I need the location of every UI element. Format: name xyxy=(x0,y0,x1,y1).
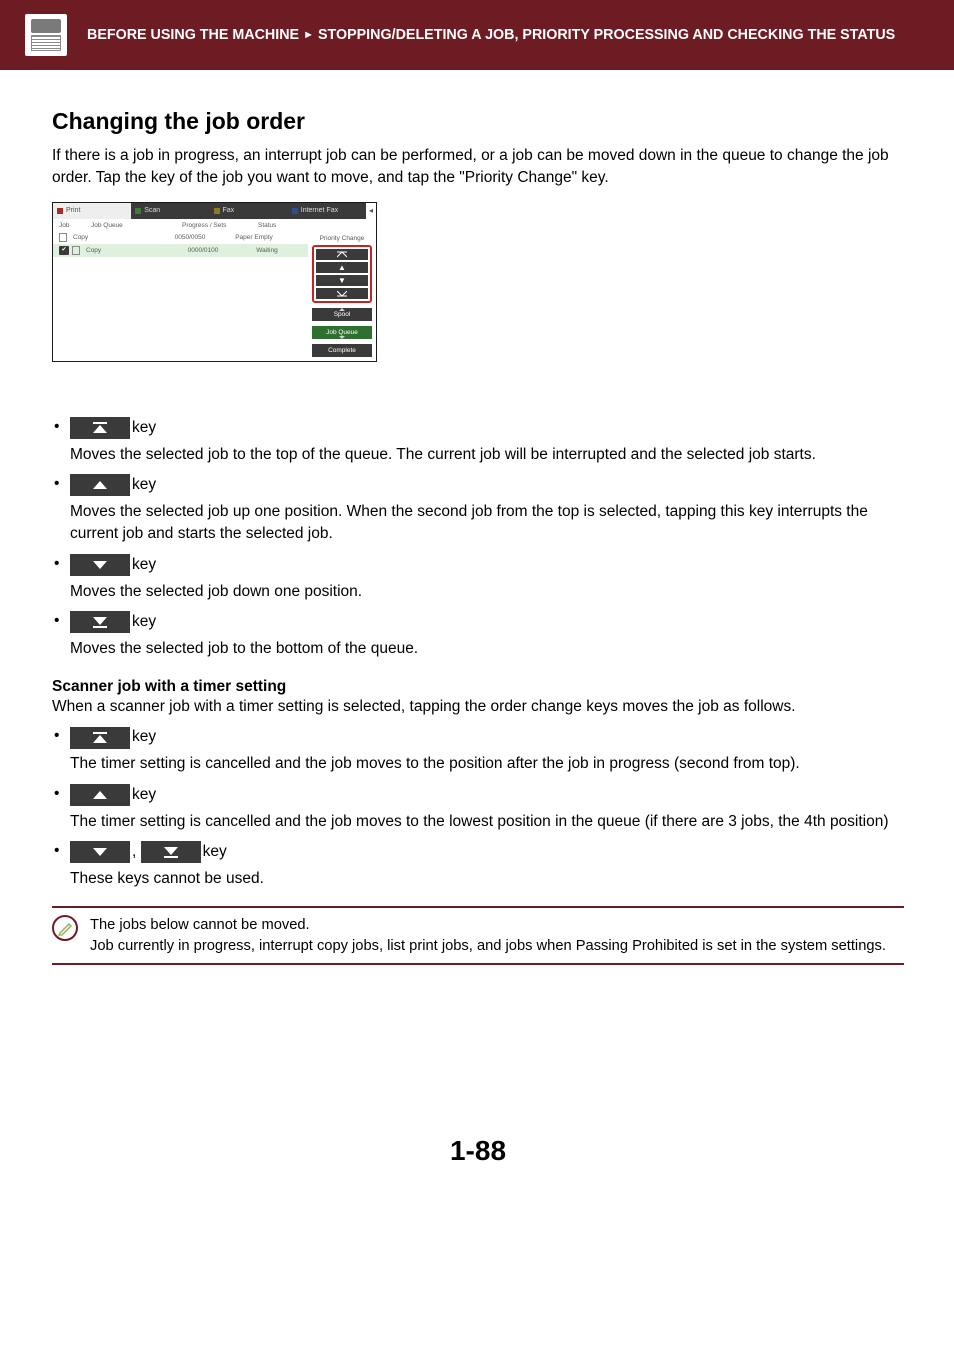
print-icon xyxy=(57,208,63,214)
content: Changing the job order If there is a job… xyxy=(0,70,954,1197)
fax-icon xyxy=(214,208,220,214)
list-item: key Moves the selected job up one positi… xyxy=(52,474,904,546)
doc-icon xyxy=(59,233,67,242)
move-down-icon xyxy=(70,841,130,863)
list-item: key Moves the selected job to the bottom… xyxy=(52,611,904,660)
back-button[interactable]: ◂ xyxy=(366,203,376,219)
note-text: The jobs below cannot be moved. Job curr… xyxy=(90,915,886,956)
intro-text: If there is a job in progress, an interr… xyxy=(52,145,904,190)
scanner-subheading: Scanner job with a timer setting xyxy=(52,678,904,696)
move-top-icon xyxy=(70,417,130,439)
tab-internet-fax[interactable]: Internet Fax xyxy=(288,203,366,219)
breadcrumb-separator-icon: ► xyxy=(303,29,314,41)
doc-icon xyxy=(72,246,80,255)
priority-buttons-highlight: ▲ ▼ xyxy=(312,245,372,303)
ifax-icon xyxy=(292,208,298,214)
scanner-keys-list: key The timer setting is cancelled and t… xyxy=(52,726,904,890)
move-bottom-icon xyxy=(141,841,201,863)
move-up-icon xyxy=(70,784,130,806)
scanner-intro: When a scanner job with a timer setting … xyxy=(52,698,904,716)
job-row-selected[interactable]: ✔ Copy 0000/0100 Waiting xyxy=(53,244,308,257)
list-item: , key These keys cannot be used. xyxy=(52,841,904,890)
printer-icon xyxy=(25,14,67,56)
job-row[interactable]: Copy 0050/0050 Paper Empty xyxy=(53,231,308,244)
move-up-icon xyxy=(70,474,130,496)
note-icon xyxy=(52,915,78,941)
move-bottom-icon xyxy=(70,611,130,633)
check-icon: ✔ xyxy=(59,246,69,255)
scan-icon xyxy=(135,208,141,214)
move-bottom-button[interactable] xyxy=(316,288,368,299)
tab-fax[interactable]: Fax xyxy=(210,203,288,219)
tab-scan[interactable]: Scan xyxy=(131,203,209,219)
list-item: key The timer setting is cancelled and t… xyxy=(52,784,904,833)
move-top-icon xyxy=(70,727,130,749)
move-down-icon xyxy=(70,554,130,576)
job-queue-button[interactable]: Job Queue xyxy=(312,326,372,339)
priority-change-label: Priority Change xyxy=(312,233,372,245)
page-header: BEFORE USING THE MACHINE ► STOPPING/DELE… xyxy=(0,0,954,70)
tab-print[interactable]: Print xyxy=(53,203,131,219)
spool-button[interactable]: Spool xyxy=(312,308,372,321)
list-item: key Moves the selected job down one posi… xyxy=(52,554,904,603)
complete-button[interactable]: Complete xyxy=(312,344,372,357)
job-status-screenshot: Print Scan Fax Internet Fax ◂ Job Job Qu… xyxy=(52,202,377,362)
note-block: The jobs below cannot be moved. Job curr… xyxy=(52,906,904,965)
column-headers: Job Job Queue Progress / Sets Status xyxy=(53,219,376,231)
move-up-button[interactable]: ▲ xyxy=(316,262,368,273)
list-item: key Moves the selected job to the top of… xyxy=(52,417,904,466)
page-title: Changing the job order xyxy=(52,108,904,135)
breadcrumb: BEFORE USING THE MACHINE ► STOPPING/DELE… xyxy=(87,27,895,43)
breadcrumb-section: BEFORE USING THE MACHINE xyxy=(87,27,299,43)
priority-keys-list: key Moves the selected job to the top of… xyxy=(52,417,904,661)
page-number: 1-88 xyxy=(52,1135,904,1197)
breadcrumb-subsection: STOPPING/DELETING A JOB, PRIORITY PROCES… xyxy=(318,27,895,43)
move-top-button[interactable] xyxy=(316,249,368,260)
list-item: key The timer setting is cancelled and t… xyxy=(52,726,904,775)
move-down-button[interactable]: ▼ xyxy=(316,275,368,286)
